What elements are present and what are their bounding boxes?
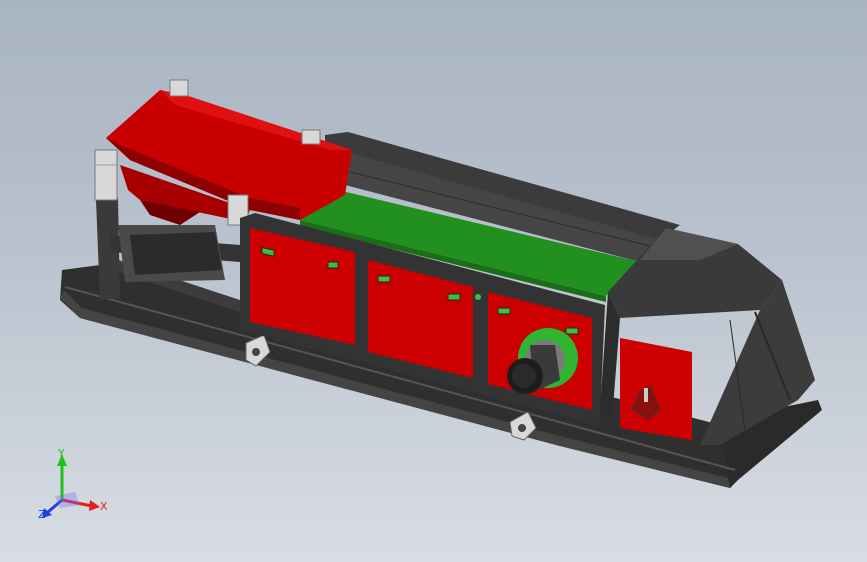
hopper-mount-block-rear[interactable] — [169, 79, 189, 97]
hopper-mount-block-left[interactable] — [94, 149, 118, 201]
hopper-mount-block-back[interactable] — [301, 129, 321, 145]
eddy-current-separator-model[interactable]: Y X Z — [0, 0, 867, 562]
cad-viewport[interactable]: Y X Z — [0, 0, 867, 562]
coordinate-triad: Y X Z — [38, 447, 108, 521]
discharge-panel[interactable] — [620, 338, 692, 440]
z-axis-label: Z — [38, 508, 46, 521]
x-axis-label: X — [100, 500, 108, 513]
y-axis-label: Y — [57, 447, 65, 460]
